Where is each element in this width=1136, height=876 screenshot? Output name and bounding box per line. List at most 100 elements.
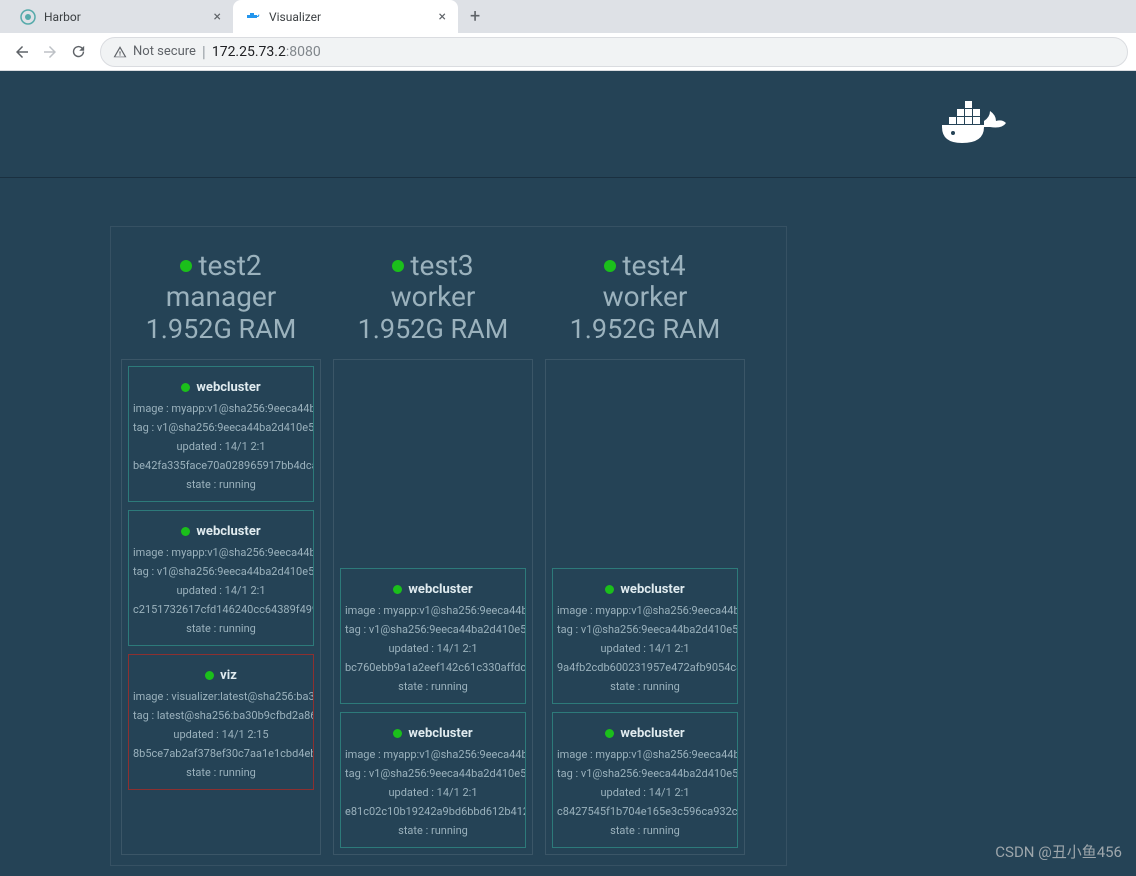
node-ram: 1.952G RAM (121, 313, 321, 345)
task-state: state : running (133, 478, 309, 491)
node-role: worker (333, 280, 533, 313)
node-body: webcluster image : myapp:v1@sha256:9eeca… (121, 359, 321, 855)
task-updated: updated : 14/1 2:1 (133, 440, 309, 453)
task-name: webcluster (181, 524, 260, 539)
task-tag: tag : v1@sha256:9eeca44ba2d410e5 (345, 767, 521, 780)
docker-logo-icon (938, 93, 1016, 155)
task-updated: updated : 14/1 2:1 (557, 786, 733, 799)
task-tag: tag : v1@sha256:9eeca44ba2d410e5 (133, 565, 309, 578)
task-card[interactable]: webcluster image : myapp:v1@sha256:9eeca… (128, 510, 314, 646)
status-dot-icon (605, 585, 614, 594)
back-button[interactable] (8, 38, 36, 66)
page-content: test2 manager 1.952G RAM webcluster imag… (0, 71, 1136, 876)
node-name: test4 (604, 249, 685, 282)
task-state: state : running (557, 824, 733, 837)
task-name: viz (205, 668, 237, 683)
status-dot-icon (181, 527, 190, 536)
node-test2: test2 manager 1.952G RAM webcluster imag… (121, 249, 321, 855)
task-id: 9a4fb2cdb600231957e472afb9054c8 (557, 661, 733, 674)
task-name: webcluster (393, 582, 472, 597)
task-card[interactable]: webcluster image : myapp:v1@sha256:9eeca… (128, 366, 314, 502)
task-state: state : running (133, 766, 309, 779)
task-tag: tag : v1@sha256:9eeca44ba2d410e5 (557, 623, 733, 636)
browser-chrome: Harbor × Visualizer × + Not secure | 172… (0, 0, 1136, 71)
task-id: 8b5ce7ab2af378ef30c7aa1e1cbd4eb (133, 747, 309, 760)
task-id: c8427545f1b704e165e3c596ca932cc (557, 805, 733, 818)
task-updated: updated : 14/1 2:1 (345, 642, 521, 655)
task-name: webcluster (605, 582, 684, 597)
task-card[interactable]: webcluster image : myapp:v1@sha256:9eeca… (552, 568, 738, 704)
forward-button[interactable] (36, 38, 64, 66)
reload-button[interactable] (64, 38, 92, 66)
task-image: image : myapp:v1@sha256:9eeca44b (345, 604, 521, 617)
task-tag: tag : v1@sha256:9eeca44ba2d410e5 (557, 767, 733, 780)
page-header (0, 71, 1136, 178)
task-state: state : running (133, 622, 309, 635)
node-body: webcluster image : myapp:v1@sha256:9eeca… (333, 359, 533, 855)
task-tag: tag : v1@sha256:9eeca44ba2d410e5 (133, 421, 309, 434)
close-icon[interactable]: × (214, 9, 221, 25)
status-dot-icon (604, 260, 616, 272)
node-body: webcluster image : myapp:v1@sha256:9eeca… (545, 359, 745, 855)
task-id: e81c02c10b19242a9bd6bbd612b412 (345, 805, 521, 818)
task-card[interactable]: webcluster image : myapp:v1@sha256:9eeca… (552, 712, 738, 848)
address-bar[interactable]: Not secure | 172.25.73.2:8080 (100, 37, 1128, 67)
url-port: :8080 (286, 44, 321, 60)
tab-harbor[interactable]: Harbor × (8, 0, 233, 33)
task-state: state : running (557, 680, 733, 693)
task-state: state : running (345, 680, 521, 693)
task-card[interactable]: webcluster image : myapp:v1@sha256:9eeca… (340, 568, 526, 704)
address-row: Not secure | 172.25.73.2:8080 (0, 33, 1136, 71)
status-dot-icon (205, 671, 214, 680)
task-updated: updated : 14/1 2:1 (557, 642, 733, 655)
node-ram: 1.952G RAM (333, 313, 533, 345)
node-ram: 1.952G RAM (545, 313, 745, 345)
node-header: test3 worker 1.952G RAM (333, 249, 533, 345)
status-dot-icon (392, 260, 404, 272)
watermark: CSDN @丑小鱼456 (995, 841, 1122, 862)
status-dot-icon (181, 383, 190, 392)
status-dot-icon (393, 585, 402, 594)
close-icon[interactable]: × (439, 9, 446, 25)
status-dot-icon (605, 729, 614, 738)
task-updated: updated : 14/1 2:1 (133, 584, 309, 597)
task-name: webcluster (605, 726, 684, 741)
tab-title: Visualizer (269, 10, 439, 24)
task-name: webcluster (181, 380, 260, 395)
warning-icon (113, 45, 127, 59)
task-image: image : myapp:v1@sha256:9eeca44b (557, 604, 733, 617)
node-role: worker (545, 280, 745, 313)
tab-visualizer[interactable]: Visualizer × (233, 0, 458, 33)
node-role: manager (121, 280, 321, 313)
task-tag: tag : latest@sha256:ba30b9cfbd2a86 (133, 709, 309, 722)
new-tab-button[interactable]: + (458, 6, 492, 27)
task-image: image : myapp:v1@sha256:9eeca44b (133, 402, 309, 415)
nodes-container: test2 manager 1.952G RAM webcluster imag… (110, 226, 787, 866)
task-image: image : myapp:v1@sha256:9eeca44b (557, 748, 733, 761)
node-name: test2 (180, 249, 261, 282)
node-header: test2 manager 1.952G RAM (121, 249, 321, 345)
status-dot-icon (180, 260, 192, 272)
task-image: image : myapp:v1@sha256:9eeca44b (133, 546, 309, 559)
task-card[interactable]: viz image : visualizer:latest@sha256:ba3… (128, 654, 314, 790)
task-updated: updated : 14/1 2:1 (345, 786, 521, 799)
tab-bar: Harbor × Visualizer × + (0, 0, 1136, 33)
task-id: be42fa335face70a028965917bb4dca (133, 459, 309, 472)
harbor-favicon-icon (20, 9, 36, 25)
node-test3: test3 worker 1.952G RAM webcluster image… (333, 249, 533, 855)
task-card[interactable]: webcluster image : myapp:v1@sha256:9eeca… (340, 712, 526, 848)
task-image: image : myapp:v1@sha256:9eeca44b (345, 748, 521, 761)
docker-favicon-icon (245, 9, 261, 25)
task-updated: updated : 14/1 2:15 (133, 728, 309, 741)
node-header: test4 worker 1.952G RAM (545, 249, 745, 345)
not-secure-label: Not secure (133, 44, 196, 59)
task-name: webcluster (393, 726, 472, 741)
task-image: image : visualizer:latest@sha256:ba3 (133, 690, 309, 703)
status-dot-icon (393, 729, 402, 738)
task-state: state : running (345, 824, 521, 837)
node-name: test3 (392, 249, 473, 282)
task-tag: tag : v1@sha256:9eeca44ba2d410e5 (345, 623, 521, 636)
url-separator: | (202, 42, 206, 61)
not-secure-badge[interactable]: Not secure (113, 44, 196, 59)
node-test4: test4 worker 1.952G RAM webcluster image… (545, 249, 745, 855)
